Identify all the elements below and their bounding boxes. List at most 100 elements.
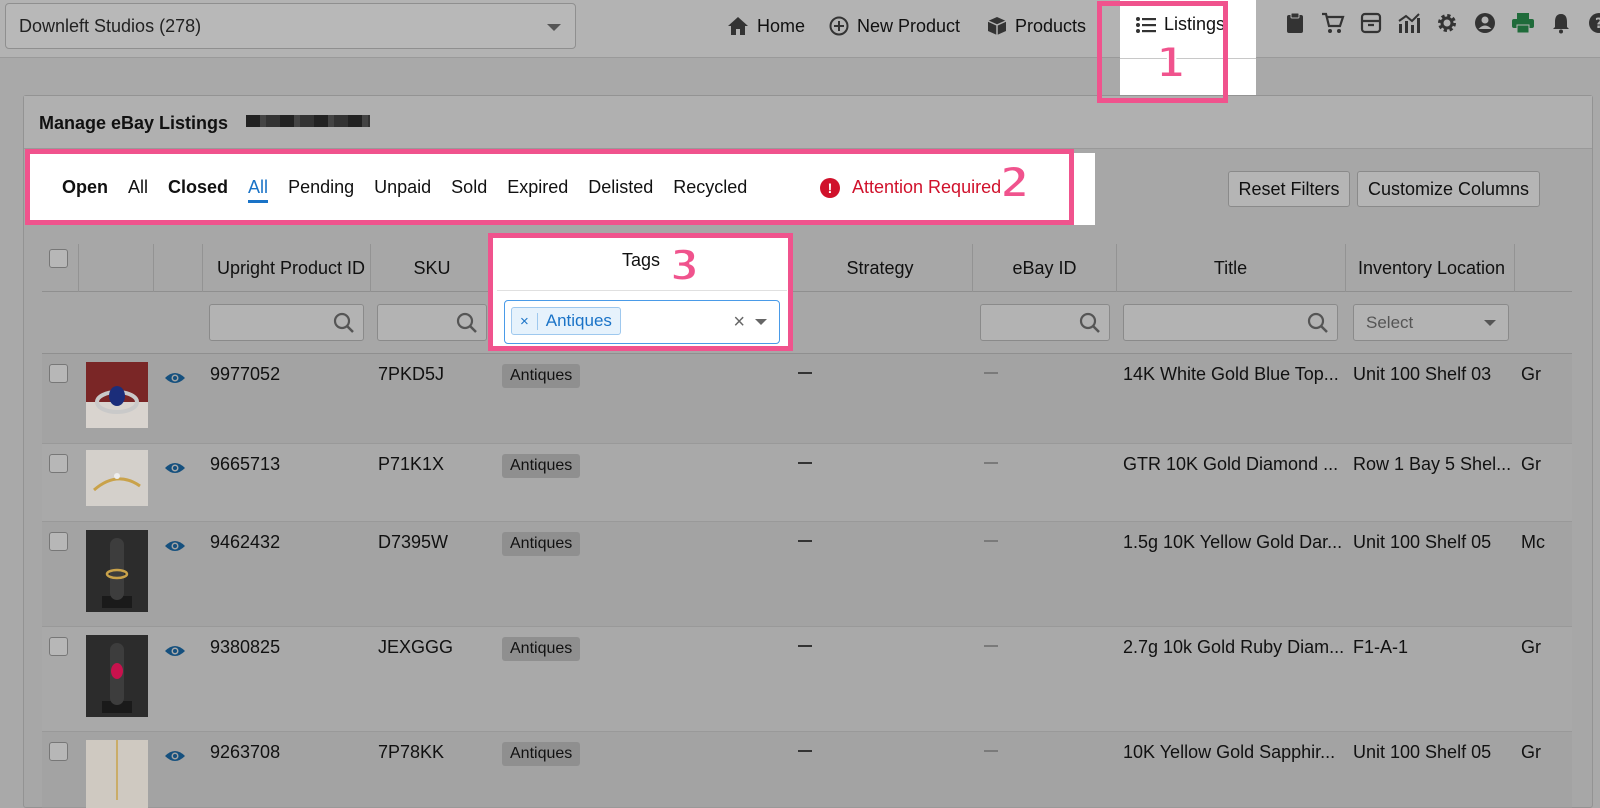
gear-icon[interactable]: [1428, 12, 1466, 34]
bell-icon[interactable]: [1542, 12, 1580, 34]
cart-icon[interactable]: [1314, 12, 1352, 34]
inventory-location: Row 1 Bay 5 Shel...: [1353, 454, 1512, 474]
svg-text:?: ?: [1595, 16, 1600, 32]
listing-title: GTR 10K Gold Diamond ...: [1123, 454, 1339, 474]
eye-icon[interactable]: [164, 538, 186, 559]
sku: P71K1X: [378, 454, 445, 474]
card-header: Manage eBay Listings: [24, 96, 1592, 149]
table-row[interactable]: 9462432 D7395W Antiques 1.5g 10K Yellow …: [42, 522, 1572, 627]
product-id: 9462432: [210, 532, 281, 552]
table-header: Upright Product ID SKU Strategy eBay ID …: [42, 244, 1572, 292]
ebay-id-empty: [984, 645, 998, 647]
product-id-filter-input[interactable]: [209, 304, 364, 341]
cube-icon: [987, 16, 1007, 36]
inventory-location: F1-A-1: [1353, 637, 1409, 657]
column-filter-row: Select: [42, 292, 1572, 354]
row-checkbox[interactable]: [49, 532, 68, 551]
nav-products[interactable]: Products: [987, 0, 1086, 52]
sku: D7395W: [378, 532, 449, 552]
product-id: 9977052: [210, 364, 281, 384]
table-row[interactable]: 9263708 7P78KK Antiques 10K Yellow Gold …: [42, 732, 1572, 808]
page-title: Manage eBay Listings: [39, 113, 229, 133]
truncated-cell: Gr: [1521, 637, 1541, 657]
table-row[interactable]: 9380825 JEXGGG Antiques 2.7g 10k Gold Ru…: [42, 627, 1572, 732]
product-thumbnail[interactable]: [86, 450, 148, 506]
truncated-cell: Gr: [1521, 742, 1541, 762]
tag-chip: Antiques: [502, 742, 581, 766]
archive-icon[interactable]: [1352, 12, 1390, 34]
reset-filters-button[interactable]: Reset Filters: [1228, 171, 1350, 207]
eye-icon[interactable]: [164, 643, 186, 664]
tag-chip: Antiques: [502, 454, 581, 478]
customize-columns-button[interactable]: Customize Columns: [1357, 171, 1540, 207]
eye-icon[interactable]: [164, 460, 186, 481]
ebay-id-empty: [984, 750, 998, 752]
product-id: 9380825: [210, 637, 281, 657]
strategy-empty: [798, 372, 812, 374]
home-icon: [727, 16, 749, 36]
annotation-number-3: 3: [669, 240, 700, 291]
user-circle-icon[interactable]: [1466, 12, 1504, 34]
inventory-location-select[interactable]: Select: [1353, 304, 1509, 341]
toolbar-icons: ?: [1276, 12, 1600, 34]
product-id: 9263708: [210, 742, 281, 762]
ebay-id-empty: [984, 540, 998, 542]
product-thumbnail[interactable]: [86, 635, 148, 717]
printer-icon[interactable]: [1504, 12, 1542, 34]
tag-chip: Antiques: [502, 637, 581, 661]
inventory-location: Unit 100 Shelf 05: [1353, 532, 1492, 552]
chevron-down-icon: [547, 24, 561, 31]
table-row[interactable]: 9665713 P71K1X Antiques GTR 10K Gold Dia…: [42, 444, 1572, 522]
ebay-id-empty: [984, 372, 998, 374]
row-checkbox[interactable]: [49, 454, 68, 473]
sku-filter-input[interactable]: [377, 304, 487, 341]
store-select-value: Downleft Studios (278): [19, 15, 202, 36]
product-thumbnail[interactable]: [86, 530, 148, 612]
strategy-empty: [798, 540, 812, 542]
listings-table: Upright Product ID SKU Strategy eBay ID …: [42, 244, 1572, 808]
listing-title: 2.7g 10k Gold Ruby Diam...: [1123, 637, 1345, 657]
nav-new-product-label: New Product: [857, 15, 961, 36]
row-checkbox[interactable]: [49, 637, 68, 656]
row-checkbox[interactable]: [49, 364, 68, 383]
nav-home[interactable]: Home: [727, 0, 805, 52]
search-icon: [1079, 312, 1101, 339]
tag-chip: Antiques: [502, 532, 581, 556]
chart-icon[interactable]: [1390, 12, 1428, 34]
eye-icon[interactable]: [164, 370, 186, 391]
eye-icon[interactable]: [164, 748, 186, 769]
annotation-box-3: [488, 233, 793, 351]
ebay-id-filter-input[interactable]: [980, 304, 1110, 341]
col-sku[interactable]: SKU: [377, 258, 487, 279]
product-thumbnail[interactable]: [86, 362, 148, 428]
row-checkbox[interactable]: [49, 742, 68, 761]
table-row[interactable]: 9977052 7PKD5J Antiques 14K White Gold B…: [42, 354, 1572, 444]
store-select[interactable]: Downleft Studios (278): [5, 3, 576, 49]
inventory-location: Unit 100 Shelf 03: [1353, 364, 1492, 384]
listing-title: 1.5g 10K Yellow Gold Dar...: [1123, 532, 1343, 552]
sku: 7P78KK: [378, 742, 445, 762]
title-filter-input[interactable]: [1123, 304, 1338, 341]
annotation-box-2: [25, 149, 1074, 225]
search-icon: [1307, 312, 1329, 339]
help-icon[interactable]: ?: [1580, 12, 1600, 34]
col-ebay-id[interactable]: eBay ID: [982, 258, 1107, 279]
plus-circle-icon: [829, 16, 849, 36]
col-title[interactable]: Title: [1118, 258, 1343, 279]
redacted-text: [246, 115, 370, 127]
clipboard-icon[interactable]: [1276, 12, 1314, 34]
col-strategy[interactable]: Strategy: [827, 258, 933, 279]
product-id: 9665713: [210, 454, 281, 474]
col-inventory-location[interactable]: Inventory Location: [1349, 258, 1514, 279]
search-icon: [333, 312, 355, 339]
nav-products-label: Products: [1015, 15, 1087, 36]
select-all-checkbox[interactable]: [49, 249, 68, 268]
nav-new-product[interactable]: New Product: [829, 0, 960, 52]
product-thumbnail[interactable]: [86, 740, 148, 808]
annotation-number-2: 2: [999, 157, 1030, 208]
top-bar: Downleft Studios (278) Home New Product …: [0, 0, 1600, 58]
nav-home-label: Home: [757, 15, 806, 36]
select-placeholder: Select: [1366, 312, 1414, 332]
sku: 7PKD5J: [378, 364, 445, 384]
col-product-id[interactable]: Upright Product ID: [211, 258, 371, 279]
